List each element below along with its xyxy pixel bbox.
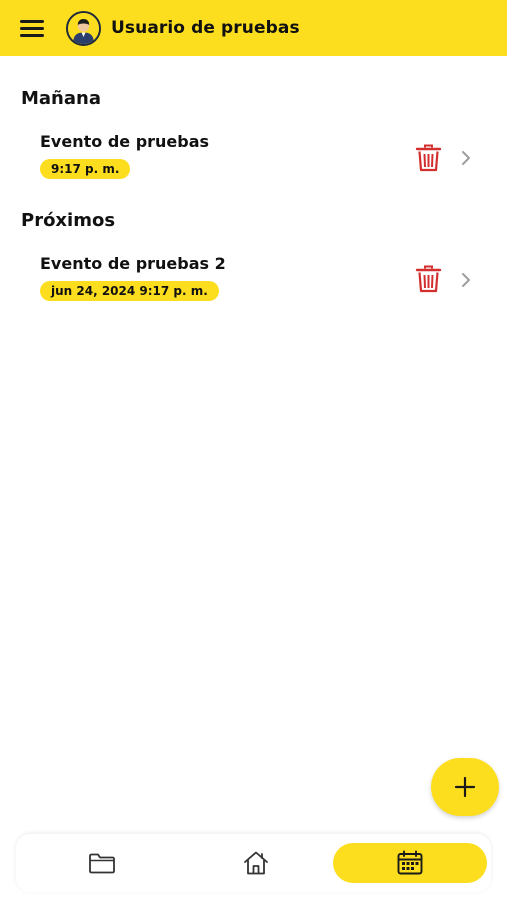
section-title-upcoming: Próximos (21, 210, 116, 231)
nav-item-calendar[interactable] (333, 843, 487, 883)
event-time-badge: jun 24, 2024 9:17 p. m. (40, 281, 219, 301)
user-avatar-icon (68, 12, 99, 44)
trash-icon[interactable] (415, 265, 442, 293)
home-icon (244, 851, 268, 875)
avatar[interactable] (66, 10, 101, 46)
chevron-right-icon[interactable] (456, 148, 476, 168)
menu-icon (20, 19, 44, 23)
section-title-tomorrow: Mañana (21, 88, 101, 109)
folder-icon (89, 853, 115, 874)
app-title: Usuario de pruebas (111, 18, 300, 38)
chevron-right-icon[interactable] (456, 270, 476, 290)
nav-item-home[interactable] (206, 843, 306, 883)
add-event-button[interactable] (431, 758, 499, 816)
menu-button[interactable] (20, 13, 50, 43)
app-bar: Usuario de pruebas (0, 0, 507, 56)
event-title: Evento de pruebas (40, 132, 210, 151)
bottom-navigation (16, 834, 491, 892)
event-title: Evento de pruebas 2 (40, 254, 226, 273)
calendar-icon (397, 850, 423, 875)
trash-icon[interactable] (415, 144, 442, 172)
plus-icon (454, 776, 476, 798)
nav-item-folders[interactable] (52, 843, 152, 883)
event-time-badge: 9:17 p. m. (40, 159, 131, 179)
